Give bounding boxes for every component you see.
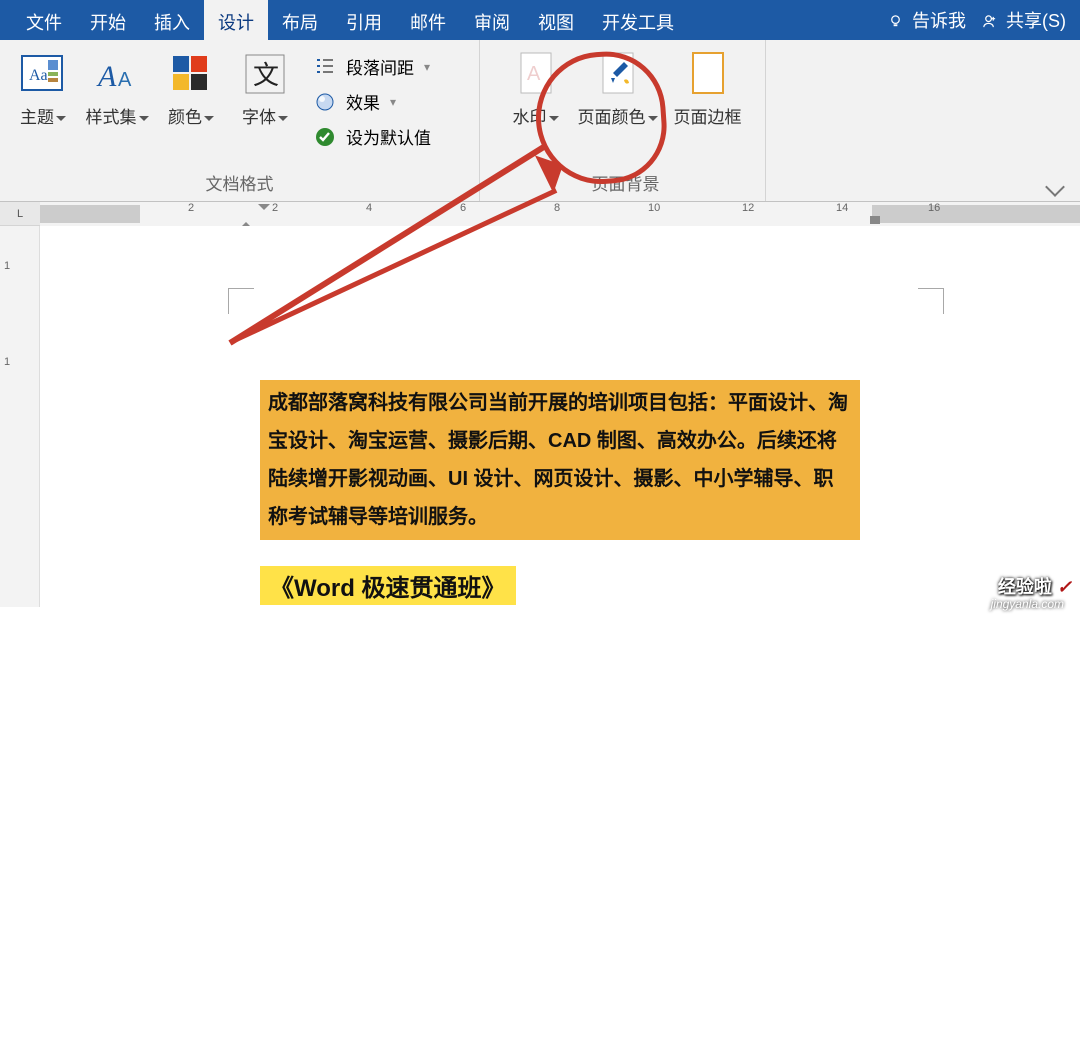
margin-corner-tl [228,288,254,314]
chevron-down-icon [139,116,149,123]
page[interactable]: 成都部落窝科技有限公司当前开展的培训项目包括：平面设计、淘宝设计、淘宝运营、摄影… [140,252,1020,1052]
tab-file[interactable]: 文件 [12,0,76,40]
effects-button[interactable]: 效果 ▾ [314,89,431,114]
right-indent-marker[interactable] [870,216,880,224]
stylesets-button[interactable]: AA 样式集 [80,48,154,128]
group-page-background: A 水印 页面颜色 页面边框 页面背景 [486,40,766,201]
chevron-down-icon [204,116,214,123]
ribbon-collapse-button[interactable] [1048,180,1068,194]
share-button[interactable]: 共享(S) [982,7,1066,33]
styleset-icon: AA [94,52,140,96]
tab-references[interactable]: 引用 [332,0,396,40]
page-color-button[interactable]: 页面颜色 [573,48,663,128]
effects-icon [314,91,336,113]
hanging-indent-marker[interactable] [240,216,252,224]
colors-icon [169,52,213,96]
paragraph-spacing-icon [314,56,336,78]
vertical-ruler[interactable]: 1 1 [0,226,40,607]
svg-text:Aa: Aa [29,67,48,84]
tab-selector[interactable]: L [0,208,40,220]
page-border-button[interactable]: 页面边框 [663,48,753,128]
tab-view[interactable]: 视图 [524,0,588,40]
colors-button[interactable]: 颜色 [154,48,228,128]
video-watermark: 经验啦 ✓ jingyanla.com [998,573,1072,599]
tab-home[interactable]: 开始 [76,0,140,40]
chevron-down-icon [278,116,288,123]
svg-text:A: A [527,63,541,85]
set-default-button[interactable]: 设为默认值 [314,124,431,149]
fonts-icon: 文 [243,52,287,96]
document-area: 1 1 成都部落窝科技有限公司当前开展的培训项目包括：平面设计、淘宝设计、淘宝运… [0,226,1080,607]
menu-tabstrip: 文件 开始 插入 设计 布局 引用 邮件 审阅 视图 开发工具 告诉我 共享(S… [0,0,1080,40]
chevron-down-icon [56,116,66,123]
watermark-icon: A [516,50,556,98]
tab-review[interactable]: 审阅 [460,0,524,40]
check-circle-icon [314,126,336,148]
highlighted-heading[interactable]: 《Word 极速贯通班》 [260,566,516,605]
group-label-docfmt: 文档格式 [0,170,479,201]
ribbon: Aa 主题 AA 样式集 颜色 文 字体 段落间距 ▾ 效果 ▾ 设为默认值 文… [0,40,1080,202]
lightbulb-icon [888,14,903,29]
chevron-down-icon [549,116,559,123]
tab-devtools[interactable]: 开发工具 [588,0,688,40]
chevron-down-icon [648,116,658,123]
tab-insert[interactable]: 插入 [140,0,204,40]
tab-mail[interactable]: 邮件 [396,0,460,40]
fonts-button[interactable]: 文 字体 [228,48,302,128]
page-border-icon [688,50,728,98]
group-doc-format: Aa 主题 AA 样式集 颜色 文 字体 段落间距 ▾ 效果 ▾ 设为默认值 文… [0,40,480,201]
margin-corner-tr [918,288,944,314]
person-plus-icon [982,14,997,29]
ruler-bar: L 2 2 4 6 8 10 12 14 16 [0,202,1080,226]
group-label-pagebg: 页面背景 [486,170,765,201]
svg-text:A: A [96,60,117,93]
tab-layout[interactable]: 布局 [268,0,332,40]
first-line-indent-marker[interactable] [258,204,270,212]
themes-icon: Aa [20,52,66,96]
highlighted-paragraph[interactable]: 成都部落窝科技有限公司当前开展的培训项目包括：平面设计、淘宝设计、淘宝运营、摄影… [260,380,860,540]
page-color-icon [598,50,638,98]
svg-text:文: 文 [253,60,279,90]
watermark-button[interactable]: A 水印 [499,48,573,128]
paragraph-spacing-button[interactable]: 段落间距 ▾ [314,54,431,79]
svg-text:A: A [118,69,132,91]
themes-button[interactable]: Aa 主题 [6,48,80,128]
horizontal-ruler[interactable]: 2 2 4 6 8 10 12 14 16 [40,202,1080,226]
tellme-search[interactable]: 告诉我 [888,7,966,33]
tab-design[interactable]: 设计 [204,0,268,40]
